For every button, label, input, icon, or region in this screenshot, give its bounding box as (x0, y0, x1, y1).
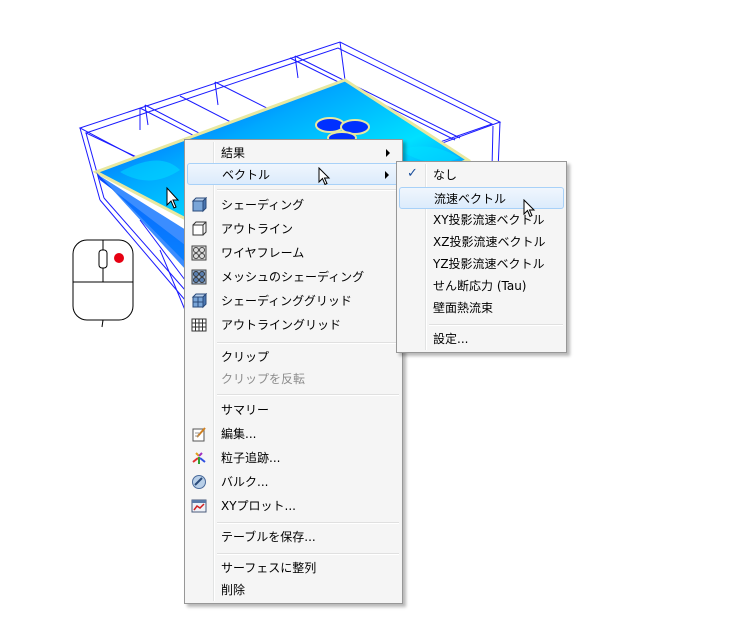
menu-item-edit[interactable]: 編集... (187, 423, 400, 445)
menu-item-label: シェーディング (221, 198, 305, 212)
menu-item-xy-plot[interactable]: XYプロット... (187, 495, 400, 517)
menu-item-label: クリップ (221, 350, 270, 364)
particle-trace-icon (192, 452, 206, 464)
menu-item-label: ベクトル (222, 168, 271, 182)
menu-item-label: なし (433, 168, 458, 182)
submenu-arrow-icon (385, 171, 389, 179)
arrow-cursor-icon (523, 199, 536, 218)
menu-item-label: 設定... (433, 332, 469, 346)
menu-item-outline-grid[interactable]: アウトライングリッド (187, 314, 400, 336)
menu-item-label: YZ投影流速ベクトル (433, 257, 545, 271)
menu-item-save-table[interactable]: テーブルを保存... (187, 526, 400, 548)
menu-item-label: クリップを反転 (221, 372, 306, 386)
menu-item-outline[interactable]: アウトライン (187, 218, 400, 240)
menu-separator (429, 324, 563, 326)
menu-separator (217, 553, 399, 555)
menu-item-label: XZ投影流速ベクトル (433, 235, 546, 249)
menu-item-label: メッシュのシェーディング (221, 270, 365, 284)
menu-item-label: 削除 (221, 583, 246, 597)
xy-plot-icon (191, 499, 207, 513)
menu-item-label: バルク... (221, 475, 269, 489)
bulk-icon (192, 475, 206, 489)
menu-item-summary[interactable]: サマリー (187, 399, 400, 421)
checkmark-icon: ✓ (407, 166, 418, 181)
menu-item-mesh-shading[interactable]: メッシュのシェーディング (187, 266, 400, 288)
menu-item-clip[interactable]: クリップ (187, 346, 400, 368)
submenu-item-none[interactable]: ✓ なし (399, 164, 564, 186)
menu-item-results[interactable]: 結果 (187, 142, 400, 164)
submenu-item-xy-velocity-vector[interactable]: XY投影流速ベクトル (399, 209, 564, 231)
menu-separator (217, 522, 399, 524)
menu-item-bulk[interactable]: バルク... (187, 471, 400, 493)
shaded-cube-icon (191, 197, 207, 213)
edit-icon (192, 427, 206, 442)
menu-item-label: サーフェスに整列 (221, 561, 317, 575)
menu-item-label: 粒子追跡... (221, 451, 281, 465)
context-menu: 結果 ベクトル シェーディング アウトライン ワイヤフレーム メッシュのシェーデ… (184, 139, 403, 604)
menu-separator (217, 189, 399, 191)
menu-item-label: 流速ベクトル (434, 192, 507, 206)
outline-grid-icon (191, 318, 207, 332)
menu-item-label: せん断応力 (Tau) (433, 279, 527, 293)
mesh-shading-icon (191, 269, 207, 285)
vector-submenu: ✓ なし 流速ベクトル XY投影流速ベクトル XZ投影流速ベクトル YZ投影流速… (396, 161, 567, 353)
menu-item-invert-clip[interactable]: クリップを反転 (187, 368, 400, 390)
menu-item-label: 編集... (221, 427, 257, 441)
menu-item-label: シェーディンググリッド (221, 294, 352, 308)
menu-item-label: サマリー (221, 403, 270, 417)
menu-item-vector[interactable]: ベクトル (187, 163, 400, 185)
submenu-item-shear-stress[interactable]: せん断応力 (Tau) (399, 275, 564, 297)
menu-item-delete[interactable]: 削除 (187, 579, 400, 601)
menu-separator (217, 394, 399, 396)
menu-item-label: ワイヤフレーム (221, 246, 305, 260)
submenu-item-velocity-vector[interactable]: 流速ベクトル (399, 187, 564, 209)
menu-item-label: XYプロット... (221, 499, 296, 513)
menu-item-align-to-surface[interactable]: サーフェスに整列 (187, 557, 400, 579)
menu-item-label: アウトライン (221, 222, 294, 236)
outline-cube-icon (192, 221, 207, 236)
shading-grid-icon (191, 293, 207, 309)
menu-item-particle-trace[interactable]: 粒子追跡... (187, 447, 400, 469)
submenu-arrow-icon (386, 149, 390, 157)
wireframe-cube-icon (191, 245, 207, 261)
menu-separator (217, 342, 399, 344)
submenu-item-yz-velocity-vector[interactable]: YZ投影流速ベクトル (399, 253, 564, 275)
menu-item-label: アウトライングリッド (221, 318, 342, 332)
submenu-item-wall-heat-flux[interactable]: 壁面熱流束 (399, 297, 564, 319)
submenu-item-settings[interactable]: 設定... (399, 328, 564, 350)
arrow-cursor-icon (318, 167, 331, 186)
menu-item-shading[interactable]: シェーディング (187, 194, 400, 216)
menu-item-label: 結果 (221, 146, 246, 160)
mouse-icon (72, 239, 134, 328)
menu-item-label: 壁面熱流束 (433, 301, 494, 315)
menu-item-shading-grid[interactable]: シェーディンググリッド (187, 290, 400, 312)
menu-item-label: テーブルを保存... (221, 530, 316, 544)
submenu-item-xz-velocity-vector[interactable]: XZ投影流速ベクトル (399, 231, 564, 253)
menu-item-wireframe[interactable]: ワイヤフレーム (187, 242, 400, 264)
